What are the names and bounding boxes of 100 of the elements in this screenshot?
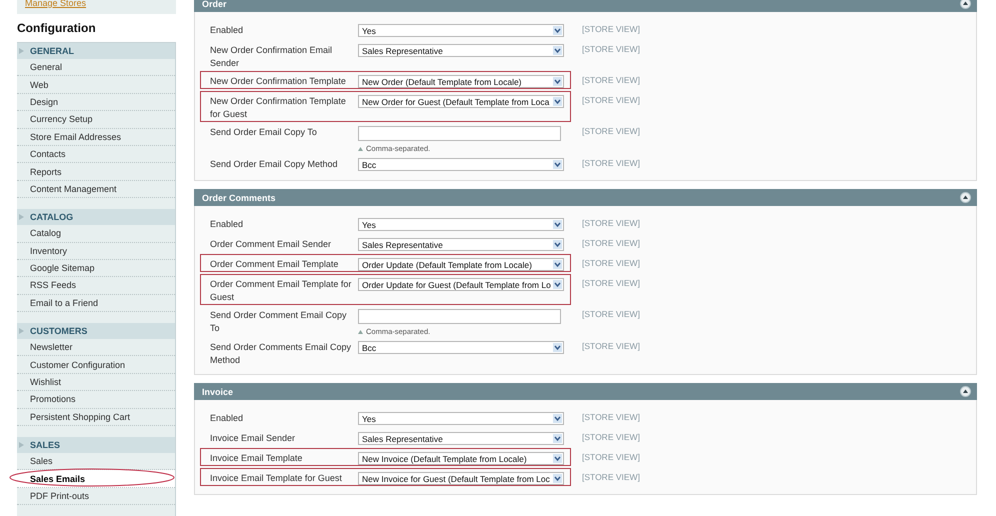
field-label: Invoice Email Sender bbox=[210, 432, 296, 445]
dropdown-arrow-icon bbox=[553, 434, 562, 443]
sidebar-item[interactable]: Google Sitemap bbox=[30, 263, 95, 274]
sidebar-item[interactable]: Wishlist bbox=[30, 377, 61, 388]
field-label: Enabled bbox=[210, 24, 244, 37]
scope-label: [STORE VIEW] bbox=[581, 431, 640, 444]
select-dropdown[interactable]: Bcc bbox=[358, 158, 564, 171]
expand-arrow-icon bbox=[19, 48, 24, 54]
section-title: Order Comments bbox=[202, 192, 276, 202]
sidebar-item[interactable]: Web bbox=[30, 80, 48, 90]
select-dropdown[interactable]: Order Update (Default Template from Locale) bbox=[358, 258, 564, 271]
select-dropdown[interactable]: Yes bbox=[358, 412, 564, 425]
scope-label: [STORE VIEW] bbox=[581, 308, 640, 321]
text-input-field[interactable] bbox=[358, 309, 561, 324]
dropdown-arrow-icon bbox=[553, 240, 562, 249]
sidebar-item[interactable]: Currency Setup bbox=[30, 114, 93, 124]
sidebar-item[interactable]: Promotions bbox=[30, 394, 76, 404]
scope-label: [STORE VIEW] bbox=[581, 217, 640, 230]
field-label: Invoice Email Template bbox=[210, 452, 304, 465]
section-header[interactable]: Order Comments bbox=[194, 189, 977, 206]
scope-label: [STORE VIEW] bbox=[581, 340, 640, 353]
expand-arrow-icon bbox=[19, 328, 24, 334]
sidebar-item[interactable]: Catalog bbox=[30, 228, 62, 238]
field-label: Order Comment Email Template for Guest bbox=[210, 278, 352, 304]
scope-label: [STORE VIEW] bbox=[581, 94, 640, 107]
sidebar-item[interactable]: PDF Print-outs bbox=[30, 491, 90, 501]
field-label: Enabled bbox=[210, 218, 244, 231]
field-label: Send Order Comment Email Copy To bbox=[210, 309, 348, 335]
scope-label: [STORE VIEW] bbox=[581, 277, 640, 290]
sidebar-title: Configuration bbox=[17, 21, 96, 35]
dropdown-arrow-icon bbox=[553, 77, 562, 86]
sidebar-item[interactable]: Contacts bbox=[30, 149, 66, 160]
select-dropdown[interactable]: Yes bbox=[358, 218, 564, 231]
scope-label: [STORE VIEW] bbox=[581, 451, 640, 464]
dropdown-arrow-icon bbox=[553, 260, 562, 269]
expand-arrow-icon bbox=[19, 442, 24, 448]
sidebar-group-heading: GENERAL bbox=[30, 46, 74, 56]
sidebar-item[interactable]: RSS Feeds bbox=[30, 280, 76, 290]
scope-label: [STORE VIEW] bbox=[581, 23, 640, 36]
field-label: Send Order Email Copy To bbox=[210, 126, 318, 139]
sidebar-item[interactable]: Sales bbox=[30, 456, 53, 466]
field-label: New Order Confirmation Template bbox=[210, 75, 347, 88]
dropdown-arrow-icon bbox=[553, 414, 562, 423]
collapse-toggle-icon[interactable] bbox=[960, 0, 971, 9]
scope-label: [STORE VIEW] bbox=[581, 411, 640, 424]
select-dropdown[interactable]: Bcc bbox=[358, 341, 564, 354]
select-dropdown[interactable]: Sales Representative bbox=[358, 44, 564, 57]
select-dropdown[interactable]: New Order for Guest (Default Template from Loca bbox=[358, 95, 564, 108]
section-header[interactable]: Order bbox=[194, 0, 977, 12]
select-dropdown[interactable]: New Invoice for Guest (Default Template from Loc bbox=[358, 472, 564, 485]
scope-label: [STORE VIEW] bbox=[581, 157, 640, 170]
sidebar-item[interactable]: Newsletter bbox=[30, 342, 73, 352]
field-label: Enabled bbox=[210, 412, 244, 425]
sidebar-item[interactable]: Email to a Friend bbox=[30, 298, 98, 308]
field-label: Order Comment Email Sender bbox=[210, 238, 332, 251]
dropdown-arrow-icon bbox=[553, 280, 562, 289]
scope-label: [STORE VIEW] bbox=[581, 43, 640, 56]
select-dropdown[interactable]: Yes bbox=[358, 24, 564, 37]
scope-label: [STORE VIEW] bbox=[581, 257, 640, 270]
scope-label: [STORE VIEW] bbox=[581, 125, 640, 138]
section-header[interactable]: Invoice bbox=[194, 383, 977, 400]
select-dropdown[interactable]: Sales Representative bbox=[358, 238, 564, 251]
section-title: Invoice bbox=[202, 386, 234, 396]
collapse-toggle-icon[interactable] bbox=[960, 386, 971, 397]
sidebar-item[interactable]: General bbox=[30, 62, 62, 72]
dropdown-arrow-icon bbox=[553, 97, 562, 106]
sidebar-group-heading: CUSTOMERS bbox=[30, 326, 88, 336]
field-label: New Order Confirmation Email Sender bbox=[210, 44, 334, 70]
dropdown-arrow-icon bbox=[553, 26, 562, 35]
field-label: Send Order Email Copy Method bbox=[210, 158, 339, 171]
sidebar-group-heading: CATALOG bbox=[30, 212, 74, 222]
scope-label: [STORE VIEW] bbox=[581, 237, 640, 250]
select-dropdown[interactable]: Sales Representative bbox=[358, 432, 564, 445]
dropdown-arrow-icon bbox=[553, 46, 562, 55]
sidebar-group-heading: SALES bbox=[30, 440, 60, 450]
dropdown-arrow-icon bbox=[553, 474, 562, 483]
select-dropdown[interactable]: Order Update for Guest (Default Template from Lo bbox=[358, 278, 564, 291]
select-dropdown[interactable]: New Invoice (Default Template from Locale) bbox=[358, 452, 564, 465]
sidebar-item[interactable]: Design bbox=[30, 96, 58, 107]
triangle-icon bbox=[358, 330, 363, 334]
sidebar-item[interactable]: Store Email Addresses bbox=[30, 132, 122, 142]
dropdown-arrow-icon bbox=[553, 220, 562, 229]
sidebar-item[interactable]: Content Management bbox=[30, 184, 117, 194]
dropdown-arrow-icon bbox=[553, 160, 562, 169]
triangle-icon bbox=[358, 146, 363, 150]
sidebar-item[interactable]: Customer Configuration bbox=[30, 360, 126, 370]
dropdown-arrow-icon bbox=[553, 343, 562, 352]
collapse-toggle-icon[interactable] bbox=[960, 192, 971, 203]
sidebar-item[interactable]: Persistent Shopping Cart bbox=[30, 412, 130, 422]
sidebar-item[interactable]: Reports bbox=[30, 166, 62, 177]
sidebar-item[interactable]: Inventory bbox=[30, 246, 68, 256]
scope-label: [STORE VIEW] bbox=[581, 471, 640, 484]
select-dropdown[interactable]: New Order (Default Template from Locale) bbox=[358, 75, 564, 88]
field-label: New Order Confirmation Template for Guest bbox=[210, 95, 347, 121]
field-label: Order Comment Email Template bbox=[210, 258, 340, 271]
scope-label: [STORE VIEW] bbox=[581, 74, 640, 87]
field-label: Send Order Comments Email Copy Method bbox=[210, 341, 352, 367]
expand-arrow-icon bbox=[19, 214, 24, 220]
section-title: Order bbox=[202, 0, 227, 8]
text-input-field[interactable] bbox=[358, 126, 561, 141]
